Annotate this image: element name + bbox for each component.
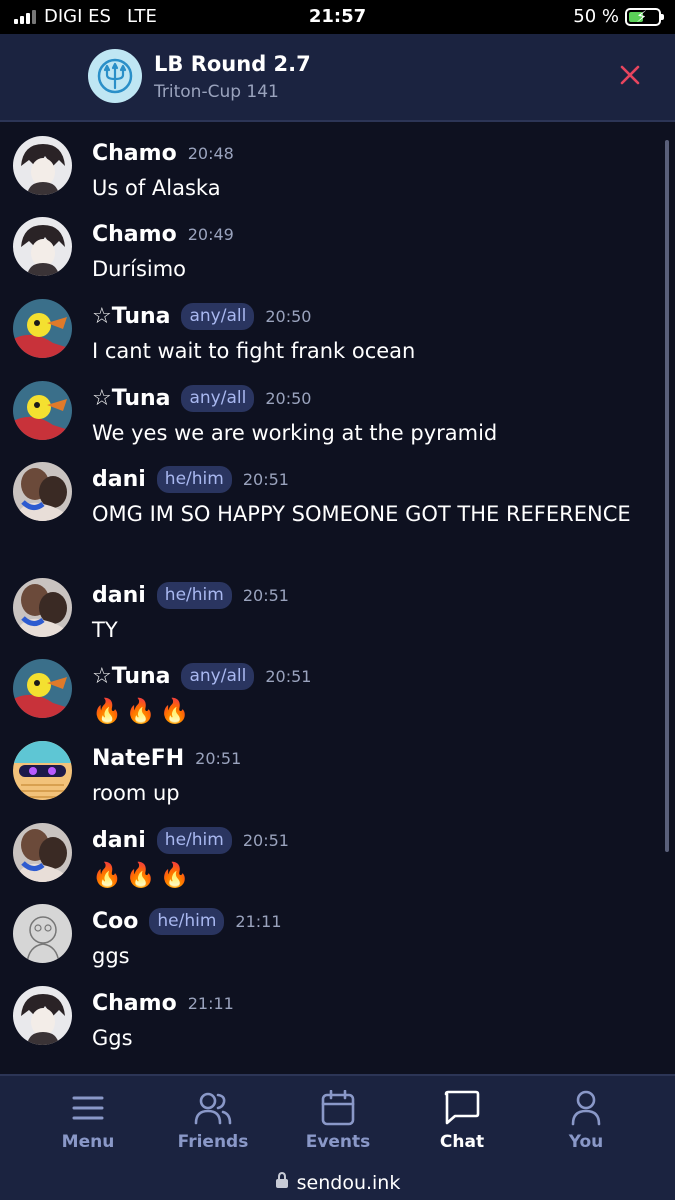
message-time: 20:49 — [187, 224, 234, 244]
trident-icon — [88, 49, 142, 103]
app-screen: DIGI ES LTE 21:57 50 % ⚡ LB Round 2.7 Tr… — [0, 0, 675, 1200]
status-right: 50 % ⚡ — [573, 6, 664, 27]
message-text: 🔥🔥🔥 — [92, 697, 194, 725]
pronoun-badge: he/him — [156, 826, 232, 854]
message-text: TY — [92, 618, 118, 642]
avatar[interactable] — [13, 904, 72, 963]
message-time: 21:11 — [187, 993, 234, 1013]
pronoun-badge: any/all — [181, 662, 255, 690]
nav-chat[interactable]: Chat — [407, 1088, 517, 1158]
avatar[interactable] — [13, 381, 72, 440]
avatar[interactable] — [13, 741, 72, 800]
nav-friends[interactable]: Friends — [158, 1088, 268, 1158]
message-header: ☆Tuna any/all 20:50 — [92, 301, 311, 331]
username[interactable]: dani — [92, 583, 146, 608]
pronoun-badge: any/all — [181, 384, 255, 412]
username[interactable]: ☆Tuna — [92, 664, 170, 689]
message-header: Chamo 20:48 — [92, 138, 234, 168]
username[interactable]: Chamo — [92, 141, 177, 166]
message-text: OMG IM SO HAPPY SOMEONE GOT THE REFERENC… — [92, 502, 631, 526]
message-text: 🔥🔥🔥 — [92, 861, 194, 889]
avatar[interactable] — [13, 659, 72, 718]
nav-you-label: You — [568, 1132, 604, 1152]
message-time: 20:51 — [242, 585, 289, 605]
message-header: NateFH 20:51 — [92, 743, 241, 773]
message-header: Chamo 21:11 — [92, 988, 234, 1018]
url-text: sendou.ink — [296, 1172, 401, 1194]
message-header: ☆Tuna any/all 20:51 — [92, 661, 311, 691]
message-header: Coo he/him 21:11 — [92, 906, 282, 936]
charging-bolt-icon: ⚡ — [636, 6, 648, 26]
message-text: Durísimo — [92, 257, 187, 281]
message-time: 20:51 — [242, 469, 289, 489]
message-time: 20:51 — [242, 830, 289, 850]
nav-you[interactable]: You — [531, 1088, 641, 1158]
nav-friends-label: Friends — [177, 1132, 249, 1152]
header-title: LB Round 2.7 — [154, 52, 311, 76]
pronoun-badge: he/him — [156, 581, 232, 609]
pronoun-badge: he/him — [156, 465, 232, 493]
nav-menu[interactable]: Menu — [33, 1088, 143, 1158]
battery-icon: ⚡ — [625, 6, 664, 26]
username[interactable]: ☆Tuna — [92, 304, 170, 329]
chat-icon — [442, 1088, 482, 1128]
username[interactable]: ☆Tuna — [92, 386, 170, 411]
nav-menu-label: Menu — [61, 1132, 115, 1152]
calendar-icon — [318, 1088, 358, 1128]
avatar[interactable] — [13, 217, 72, 276]
message-header: dani he/him 20:51 — [92, 580, 289, 610]
avatar[interactable] — [13, 823, 72, 882]
avatar[interactable] — [13, 136, 72, 195]
message-time: 20:51 — [195, 748, 242, 768]
close-icon[interactable] — [615, 60, 645, 90]
chat-header: LB Round 2.7 Triton-Cup 141 — [0, 34, 675, 122]
message-time: 20:51 — [265, 666, 312, 686]
message-header: Chamo 20:49 — [92, 219, 234, 249]
chat-scrollbar[interactable] — [665, 140, 669, 852]
avatar[interactable] — [13, 578, 72, 637]
username[interactable]: NateFH — [92, 746, 184, 771]
battery-percent: 50 % — [573, 6, 619, 27]
message-header: ☆Tuna any/all 20:50 — [92, 383, 311, 413]
avatar[interactable] — [13, 462, 72, 521]
username[interactable]: Chamo — [92, 222, 177, 247]
message-text: ggs — [92, 944, 130, 968]
nav-chat-label: Chat — [439, 1132, 485, 1152]
friends-icon — [193, 1088, 233, 1128]
pronoun-badge: he/him — [149, 907, 225, 935]
username[interactable]: Chamo — [92, 991, 177, 1016]
menu-icon — [68, 1088, 108, 1128]
status-bar: DIGI ES LTE 21:57 50 % ⚡ — [0, 0, 675, 34]
username[interactable]: dani — [92, 828, 146, 853]
lock-icon — [275, 1171, 289, 1194]
chat-messages: Chamo 20:48 Us of Alaska Chamo 20:49 Dur… — [0, 124, 675, 1074]
pronoun-badge: any/all — [181, 302, 255, 330]
message-header: dani he/him 20:51 — [92, 464, 289, 494]
message-text: I cant wait to fight frank ocean — [92, 339, 416, 363]
avatar[interactable] — [13, 299, 72, 358]
user-icon — [566, 1088, 606, 1128]
username[interactable]: dani — [92, 467, 146, 492]
bottom-nav: Menu Friends Events Chat You — [0, 1074, 675, 1166]
message-time: 21:11 — [235, 911, 282, 931]
message-time: 20:50 — [265, 388, 312, 408]
message-text: We yes we are working at the pyramid — [92, 421, 498, 445]
message-text: Ggs — [92, 1026, 133, 1050]
message-text: Us of Alaska — [92, 176, 221, 200]
nav-events-label: Events — [305, 1132, 371, 1152]
url-bar[interactable]: sendou.ink — [0, 1166, 675, 1200]
username[interactable]: Coo — [92, 909, 138, 934]
message-header: dani he/him 20:51 — [92, 825, 289, 855]
message-time: 20:50 — [265, 306, 312, 326]
nav-events[interactable]: Events — [283, 1088, 393, 1158]
message-text: room up — [92, 781, 180, 805]
header-subtitle: Triton-Cup 141 — [154, 82, 279, 102]
message-time: 20:48 — [187, 143, 234, 163]
avatar[interactable] — [13, 986, 72, 1045]
